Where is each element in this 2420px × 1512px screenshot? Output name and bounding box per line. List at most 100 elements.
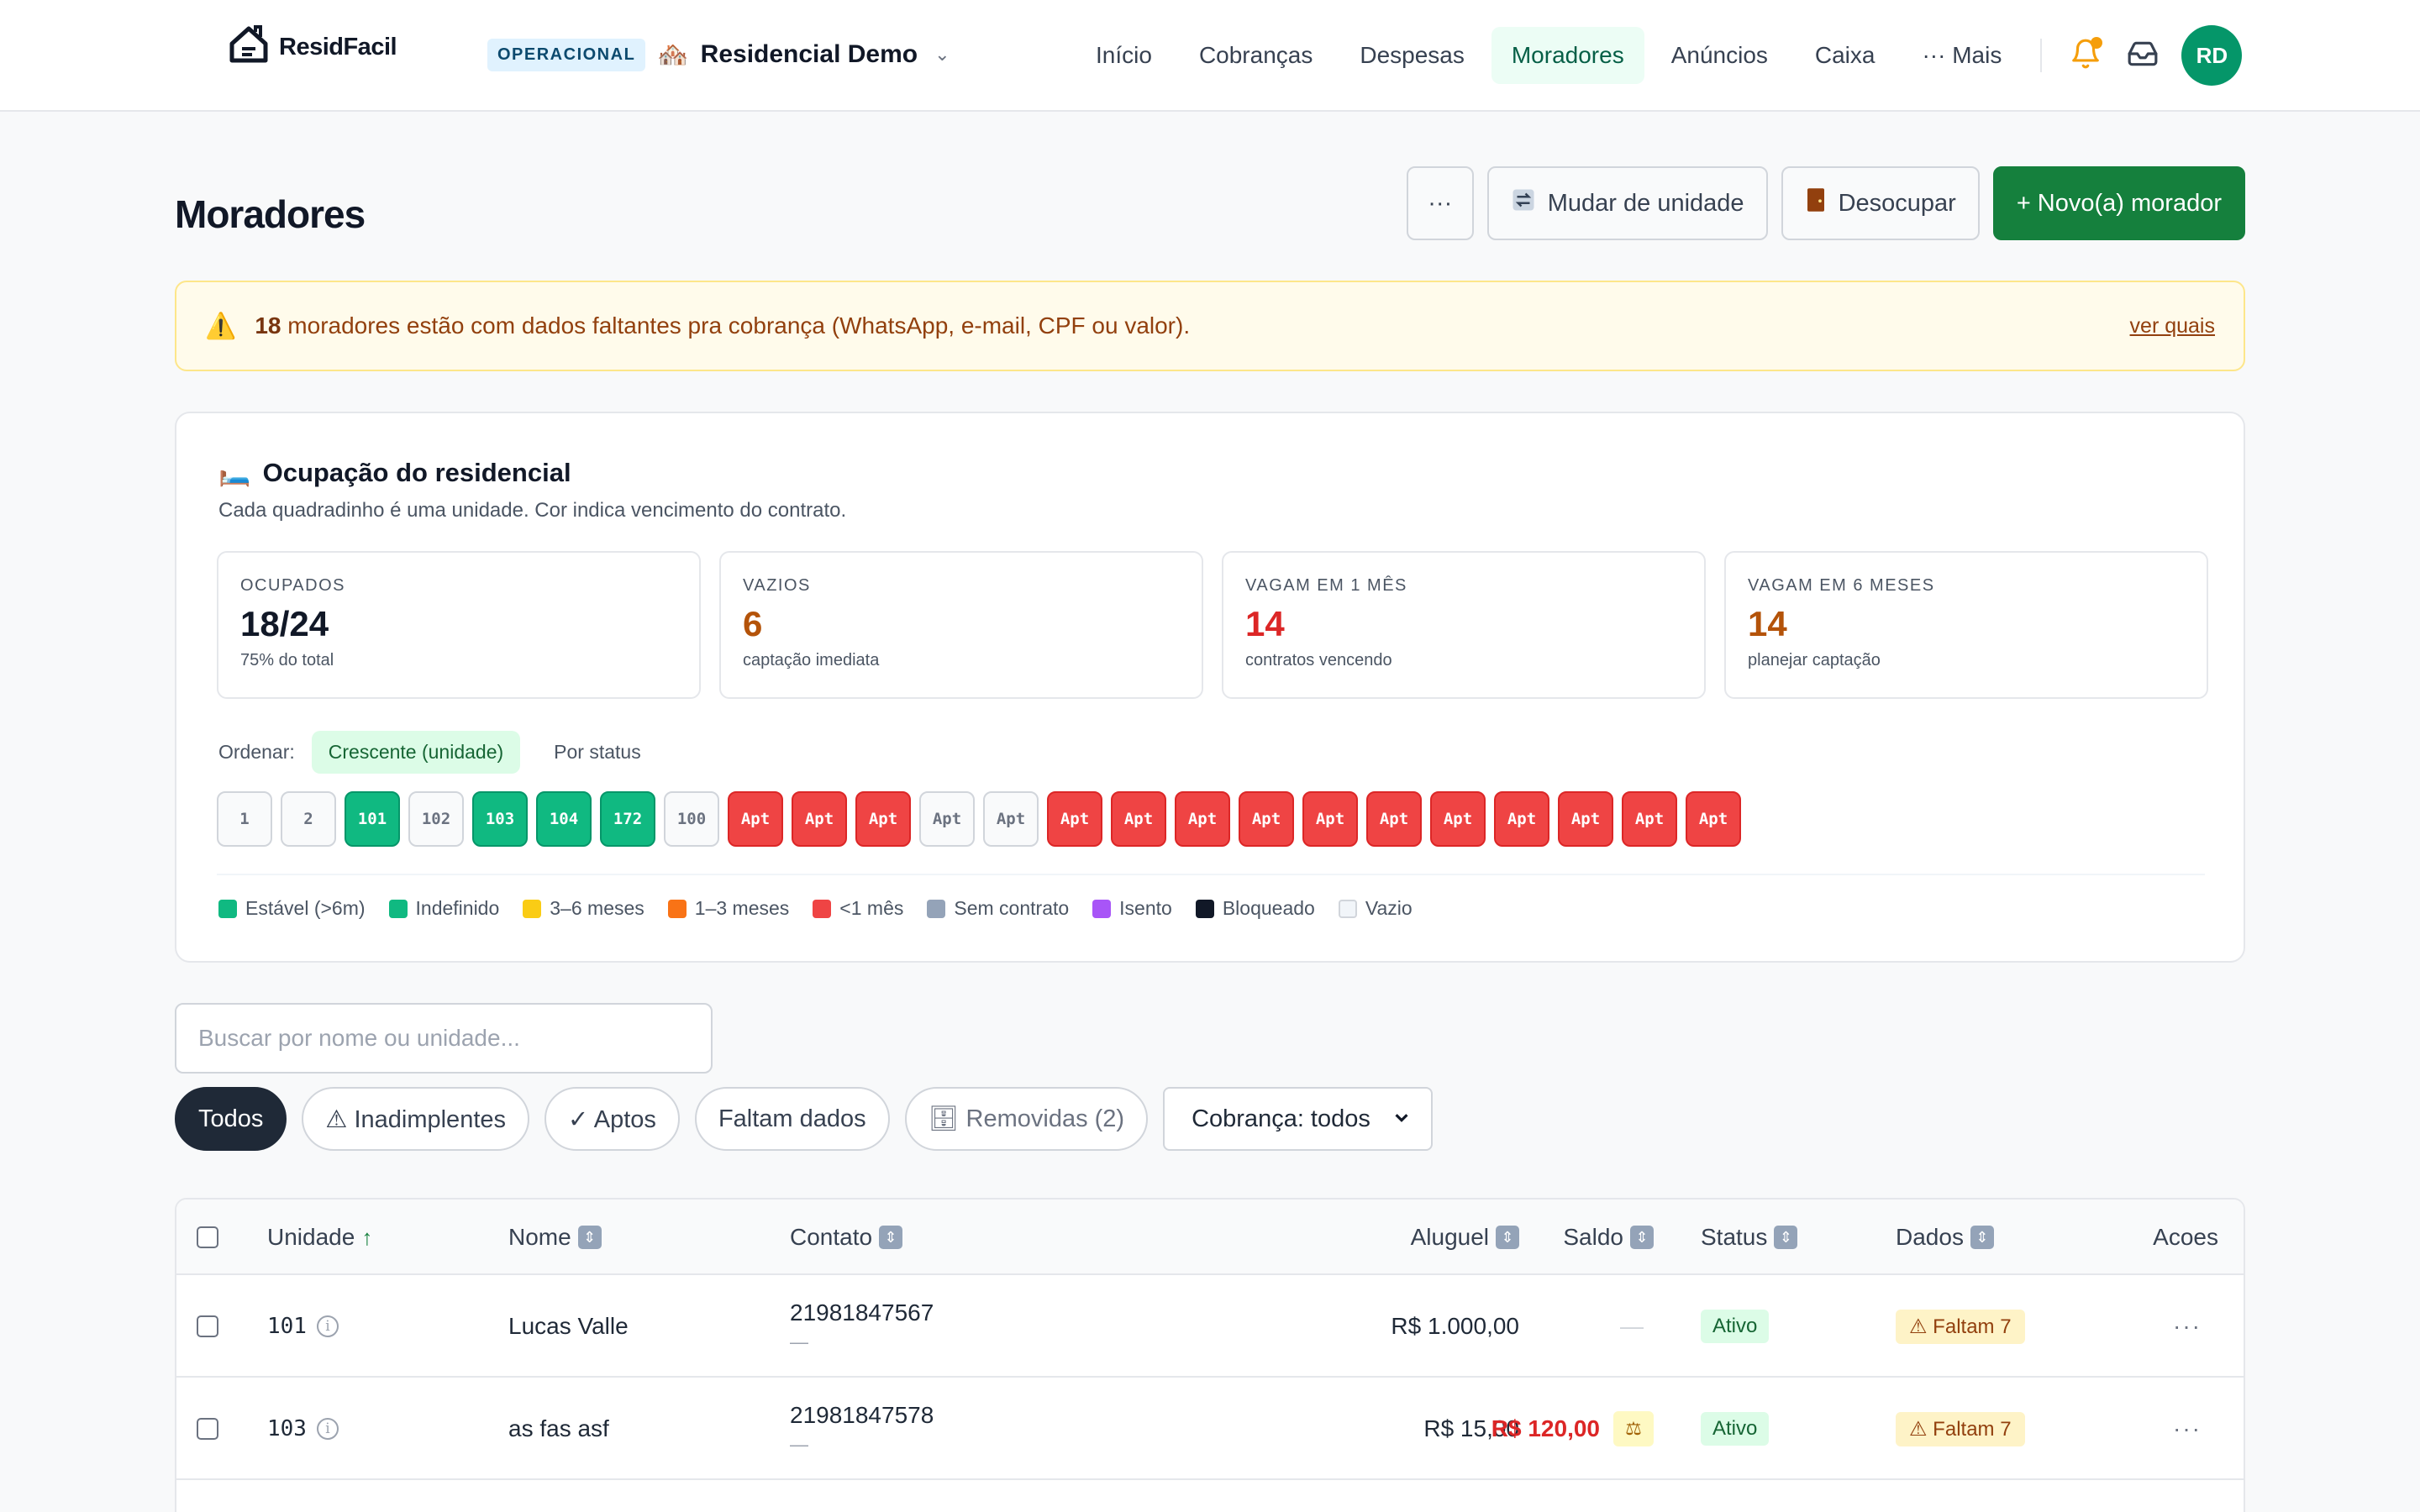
filter-todos[interactable]: Todos	[175, 1087, 287, 1151]
row-actions[interactable]: ···	[2173, 1275, 2202, 1378]
more-icon: ···	[2173, 1313, 2202, 1339]
unit-tile[interactable]: Apt	[728, 791, 783, 847]
unit-tile[interactable]: Apt	[1175, 791, 1230, 847]
unit-tile[interactable]: Apt	[1622, 791, 1677, 847]
legend-item: 3–6 meses	[523, 897, 644, 920]
unit-tile[interactable]: Apt	[1686, 791, 1741, 847]
missing-data-badge[interactable]: ⚠ Faltam 7	[1896, 1309, 2025, 1344]
column-balance[interactable]: Saldo ⇕	[1563, 1200, 1654, 1275]
filter-faltam-dados[interactable]: Faltam dados	[694, 1087, 890, 1151]
unit-tile[interactable]: Apt	[1047, 791, 1102, 847]
unit-tile[interactable]: Apt	[1494, 791, 1549, 847]
stat-value: 14	[1245, 604, 1285, 643]
unit-tile[interactable]: 100	[664, 791, 719, 847]
unit-tile[interactable]: 1	[217, 791, 272, 847]
sort-ascending-unit[interactable]: Crescente (unidade)	[311, 731, 521, 774]
swap-icon	[1511, 187, 1536, 219]
scale-icon[interactable]: ⚖	[1613, 1411, 1654, 1446]
nav-item-despesas[interactable]: Despesas	[1339, 27, 1485, 84]
legend-label: Vazio	[1365, 897, 1413, 919]
property-selector[interactable]: OPERACIONAL 🏘️ Residencial Demo ⌄	[487, 34, 950, 76]
door-icon	[1805, 187, 1827, 219]
email-placeholder: —	[790, 1331, 808, 1352]
billing-filter-value: Cobrança: todos	[1192, 1105, 1370, 1132]
stat-label: OCUPADOS	[240, 576, 345, 595]
table-row[interactable]: 21981847580	[176, 1480, 2244, 1512]
vacate-button[interactable]: Desocupar	[1781, 166, 1980, 240]
column-rent[interactable]: Aluguel ⇕	[1411, 1200, 1519, 1275]
unit-tile[interactable]: Apt	[919, 791, 975, 847]
nav-item-mais[interactable]: ··· Mais	[1902, 27, 2022, 84]
view-missing-link[interactable]: ver quais	[2130, 314, 2215, 339]
filter-removidas[interactable]: 🗄 Removidas (2)	[904, 1087, 1149, 1151]
email-placeholder: —	[790, 1434, 808, 1455]
page-title: Moradores	[175, 192, 366, 236]
filter-inadimplentes[interactable]: ⚠ Inadimplentes	[302, 1087, 530, 1151]
unit-tile[interactable]: 2	[281, 791, 336, 847]
legend-label: Sem contrato	[954, 897, 1070, 919]
unit-tile[interactable]: 103	[472, 791, 528, 847]
unit-tile[interactable]: Apt	[983, 791, 1039, 847]
legend-label: Bloqueado	[1222, 897, 1315, 919]
legend-label: 1–3 meses	[694, 897, 790, 919]
nav-item-cobrancas[interactable]: Cobranças	[1179, 27, 1333, 84]
column-name[interactable]: Nome ⇕	[508, 1200, 602, 1275]
unit-tile[interactable]: Apt	[1430, 791, 1486, 847]
name-cell: as fas asf	[508, 1415, 609, 1441]
table-row[interactable]: 101 i Lucas Valle 21981847567 — R$ 1.000…	[176, 1275, 2244, 1378]
unit-tile[interactable]: Apt	[792, 791, 847, 847]
table-row[interactable]: 103 i as fas asf 21981847578 — R$ 15,00 …	[176, 1378, 2244, 1480]
billing-filter-select[interactable]: Cobrança: todos	[1163, 1087, 1433, 1151]
missing-data-badge[interactable]: ⚠ Faltam 7	[1896, 1411, 2025, 1446]
name-cell: Lucas Valle	[508, 1313, 629, 1339]
unit-tile[interactable]: Apt	[1111, 791, 1166, 847]
more-icon: ···	[2173, 1415, 2202, 1441]
column-data[interactable]: Dados ⇕	[1896, 1200, 1994, 1275]
nav-item-moradores[interactable]: Moradores	[1491, 27, 1644, 84]
row-checkbox[interactable]	[197, 1315, 218, 1337]
inbox-button[interactable]	[2118, 30, 2168, 81]
user-avatar[interactable]: RD	[2181, 25, 2243, 86]
column-data-label: Dados	[1896, 1224, 1964, 1250]
column-status[interactable]: Status ⇕	[1701, 1200, 1798, 1275]
row-checkbox[interactable]	[197, 1418, 218, 1440]
unit-tile[interactable]: 172	[600, 791, 655, 847]
search-input[interactable]	[175, 1003, 713, 1074]
legend-swatch	[667, 899, 687, 918]
column-contact-label: Contato	[790, 1224, 873, 1250]
row-actions[interactable]: ···	[2173, 1378, 2202, 1480]
nav-item-anuncios[interactable]: Anúncios	[1651, 27, 1788, 84]
info-icon[interactable]: i	[316, 1418, 339, 1440]
unit-tile[interactable]: Apt	[1239, 791, 1294, 847]
sort-icon: ⇕	[1970, 1226, 1994, 1249]
status-legend: Estável (>6m) Indefinido 3–6 meses 1–3 mese…	[218, 897, 1413, 920]
warning-icon: ⚠️	[205, 312, 237, 340]
change-unit-button[interactable]: Mudar de unidade	[1486, 166, 1768, 240]
brand-logo[interactable]: ResidFacil	[227, 24, 397, 71]
unit-tile[interactable]: 101	[345, 791, 400, 847]
legend-item: Bloqueado	[1195, 897, 1315, 920]
column-unit[interactable]: Unidade ↑	[267, 1200, 372, 1275]
unit-tile[interactable]: 104	[536, 791, 592, 847]
select-all-checkbox[interactable]	[197, 1226, 218, 1248]
unit-tile[interactable]: Apt	[855, 791, 911, 847]
filter-aptos[interactable]: ✓ Aptos	[544, 1087, 680, 1151]
unit-tile[interactable]: Apt	[1366, 791, 1422, 847]
stat-value: 6	[743, 604, 763, 643]
new-resident-button[interactable]: + Novo(a) morador	[1992, 166, 2245, 240]
unit-tile[interactable]: Apt	[1302, 791, 1358, 847]
sort-by-status[interactable]: Por status	[537, 731, 658, 774]
column-contact[interactable]: Contato ⇕	[790, 1200, 903, 1275]
unit-tile[interactable]: Apt	[1558, 791, 1613, 847]
unit-grid: 1 2 101 102 103 104 172 100 Apt Apt Apt Apt Apt Apt Ap…	[217, 791, 1741, 847]
sort-icon: ⇕	[1774, 1226, 1798, 1249]
sort-icon: ⇕	[1630, 1226, 1654, 1249]
unit-tile[interactable]: 102	[408, 791, 464, 847]
nav-item-caixa[interactable]: Caixa	[1795, 27, 1896, 84]
notifications-button[interactable]	[2060, 30, 2111, 81]
more-actions-button[interactable]: ···	[1406, 166, 1474, 240]
nav-item-inicio[interactable]: Início	[1076, 27, 1172, 84]
legend-swatch	[1338, 899, 1357, 918]
change-unit-label: Mudar de unidade	[1547, 189, 1744, 217]
info-icon[interactable]: i	[316, 1315, 339, 1337]
